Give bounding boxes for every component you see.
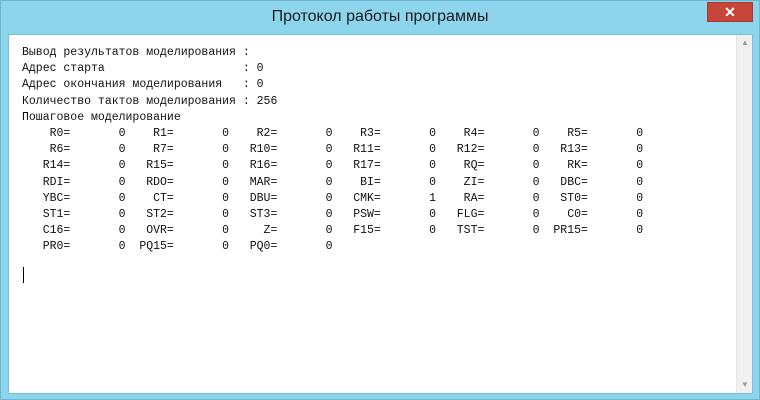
vertical-scrollbar[interactable]: ▲ ▼ bbox=[736, 35, 752, 393]
simulation-log-text: Вывод результатов моделирования : Адрес … bbox=[22, 46, 644, 254]
window-title: Протокол работы программы bbox=[271, 8, 489, 25]
protocol-textbox[interactable]: Вывод результатов моделирования : Адрес … bbox=[9, 35, 737, 393]
close-icon: ✕ bbox=[724, 4, 736, 20]
scroll-up-arrow-icon[interactable]: ▲ bbox=[737, 35, 753, 51]
text-caret bbox=[23, 267, 24, 283]
protocol-window: Протокол работы программы ✕ Вывод резуль… bbox=[0, 0, 760, 400]
text-output-area[interactable]: Вывод результатов моделирования : Адрес … bbox=[8, 34, 753, 394]
title-bar[interactable]: Протокол работы программы ✕ bbox=[1, 1, 759, 34]
close-button[interactable]: ✕ bbox=[707, 2, 753, 22]
scroll-down-arrow-icon[interactable]: ▼ bbox=[737, 377, 753, 393]
